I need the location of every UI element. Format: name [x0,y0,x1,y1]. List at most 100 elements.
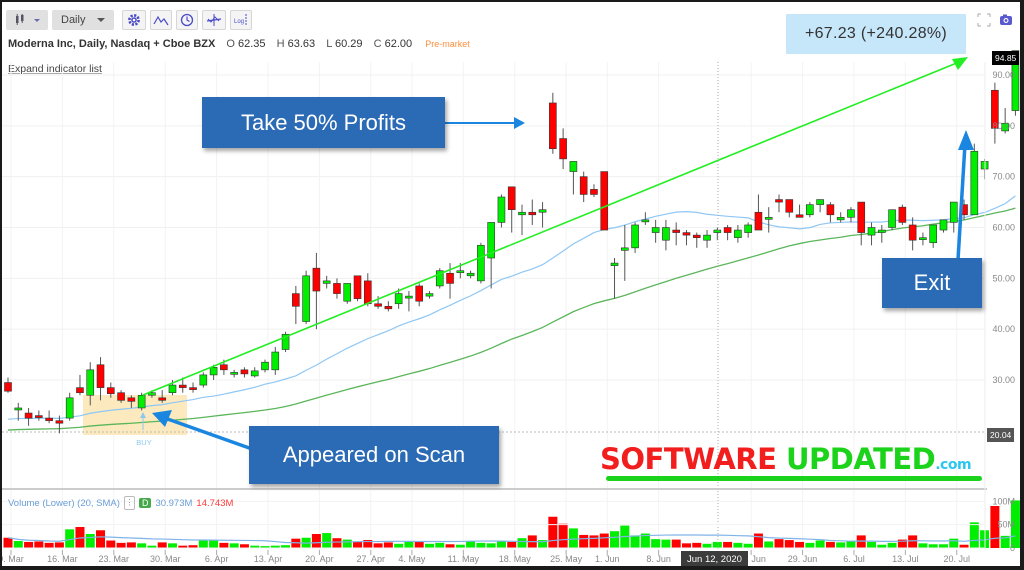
volume-bar [342,539,352,548]
candle-body [590,189,598,195]
volume-bar [96,530,106,548]
candle [682,230,691,246]
volume-bar [558,523,568,548]
candle-body [333,283,341,294]
time-tick-label: 27. Apr [357,554,386,564]
chart-frame: Daily Log Moderna Inc, Daily, Nasdaq + C… [2,2,1020,566]
volume-bar [137,543,147,548]
candle [970,143,979,216]
candle-body [559,138,567,160]
profit-arrowhead [514,117,525,129]
candle-body [363,280,372,305]
buy-label: BUY [136,438,151,447]
candle [713,227,722,241]
volume-bar [445,544,455,548]
time-tick-label: 25. May [550,554,583,564]
price-tick-label: 90.00 [992,70,1015,80]
exit-arrowhead [958,130,974,150]
candle-body [137,394,146,409]
candle-body [250,370,259,377]
candle [96,357,105,401]
candle [312,252,321,330]
volume-bar [209,540,219,548]
candle [744,222,752,238]
volume-bar [774,539,784,548]
candle [929,224,938,248]
volume-bar [743,543,753,548]
volume-bar [13,541,23,548]
candle [939,219,948,233]
volume-bar [836,542,846,548]
candle-body [816,199,824,205]
candle-body [929,224,938,244]
candle-body [96,364,105,388]
candle-body [631,224,639,249]
candle-body [620,247,629,251]
candle-body [158,397,166,401]
volume-bar [867,541,877,548]
candle [538,202,547,228]
candle [281,331,290,353]
candle [45,410,53,424]
time-tick-label: 13. Apr [254,554,283,564]
price-chart[interactable]: 90.00 80.00 70.00 60.00 50.00 40.00 30.00 9. M… [2,2,1020,566]
candle-body [877,229,886,233]
candle [898,204,907,225]
volume-bar [733,542,743,548]
volume-bar [825,541,835,548]
volume-menu-icon[interactable]: ⋮ [123,496,135,510]
candle-body [76,387,84,394]
candle-body [209,366,218,376]
time-tick-label: 16. Mar [47,554,78,564]
time-tick-label: 13. Jul [892,554,919,564]
candle-body [4,382,12,392]
last-price-tag: 20.04 [987,428,1015,442]
time-tick-label: 23. Mar [99,554,130,564]
candle-body [374,303,382,307]
candle-body [641,219,650,223]
volume-bar [507,541,517,548]
time-tick-label: 20. Jul [943,554,970,564]
candle-body [322,280,331,284]
candle-body [456,270,465,274]
volume-bar [126,542,136,548]
candle-body [857,201,866,233]
candle [703,230,711,248]
volume-badge[interactable]: D [138,498,152,508]
candle [847,207,855,223]
volume-bar [311,534,321,548]
candle [826,202,835,223]
time-tick-label: 6. Apr [205,554,229,564]
price-tick-label: 40.00 [992,324,1015,334]
volume-bar [404,541,414,548]
candle-body [775,199,783,203]
candle [775,194,783,213]
volume-bar [969,522,979,548]
volume-bar [928,544,938,548]
candle [528,199,537,225]
volume-bar [764,541,774,548]
price-tick-label: 80.00 [992,121,1015,131]
candle-body [425,293,434,297]
volume-bar [681,543,691,548]
candle [189,382,197,393]
volume-legend: Volume (Lower) (20, SMA) ⋮ D 30.973M 14.… [8,496,233,510]
candle-body [45,417,53,421]
candle-body [230,372,238,375]
volume-bar [34,541,44,548]
volume-bar [651,539,661,548]
volume-bar [908,535,918,548]
candle-body [847,209,855,218]
candle [333,278,341,299]
candle-body [723,227,732,233]
candle-body [189,387,197,390]
candle-body [785,199,794,213]
volume-bar [805,542,815,548]
candle-body [394,293,403,305]
time-tick-label: 29. Jun [788,554,818,564]
candle-body [302,275,310,322]
volume-bar [383,542,393,548]
volume-sma-value: 30.973M [155,497,193,509]
candle-body [867,227,876,236]
candle-body [734,229,742,238]
